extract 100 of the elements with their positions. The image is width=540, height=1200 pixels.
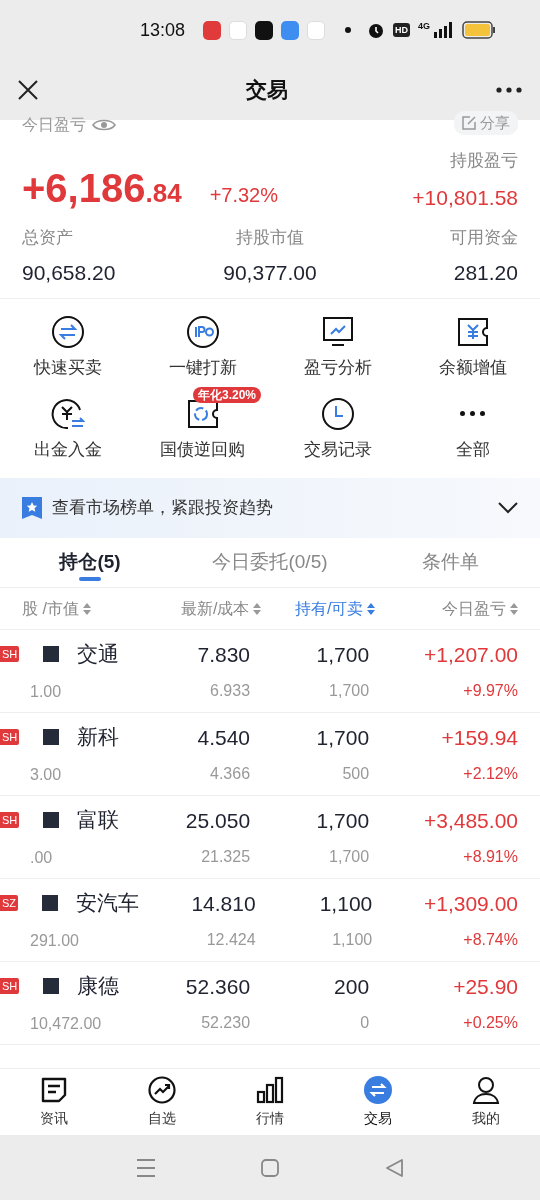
column-header[interactable]: 持有/可卖 [261, 596, 376, 621]
nav-tab[interactable]: 我的 [432, 1069, 540, 1135]
today-pnl: +159.94 [441, 725, 518, 752]
tab[interactable]: 持仓(5) [0, 538, 180, 587]
today-pnl-percent: +0.25% [463, 1012, 518, 1033]
today-pnl-label: 今日盈亏 [22, 117, 86, 133]
sort-icon [253, 601, 262, 616]
latest-price: 25.050 [185, 808, 251, 835]
back-button[interactable] [384, 1157, 404, 1178]
holding-qty: 1,100 [319, 891, 373, 918]
redaction-mark [43, 812, 60, 828]
document-icon [40, 1075, 68, 1104]
holding-row[interactable]: SH 交通 1.00 7.830 6.933 1,700 1,700 +1,207.00 +9.97% [0, 630, 540, 713]
shortcut-button[interactable]: 交易记录 [303, 396, 372, 462]
home-icon [260, 1157, 280, 1178]
swap-icon [50, 315, 85, 349]
latest-price: 14.810 [191, 891, 256, 918]
today-pnl: +1,309.00 [424, 891, 518, 918]
sellable-qty: 0 [360, 1012, 370, 1033]
stat-value: 281.20 [453, 259, 518, 286]
market-value: 10,472.00 [29, 1013, 103, 1034]
holding-pnl-label: 持股盈亏 [450, 150, 518, 172]
share-icon [462, 116, 476, 130]
holding-row[interactable]: SH 富联 .00 25.050 21.325 1,700 1,700 +3,485.00 +8.91% [0, 796, 540, 879]
tab[interactable]: 今日委托(0/5) [180, 538, 360, 587]
user-icon [472, 1075, 500, 1104]
shortcut-button[interactable]: 余额增值 [438, 315, 507, 381]
latest-price: 52.360 [185, 974, 251, 1001]
redaction-mark [43, 729, 60, 745]
holding-qty: 200 [334, 974, 370, 1001]
redaction-mark [42, 895, 59, 911]
more-icon [460, 411, 485, 416]
shortcut-button[interactable]: 快速买卖 [33, 315, 102, 381]
today-pnl: +1,207.00 [424, 642, 518, 669]
holding-qty: 1,700 [316, 725, 370, 752]
promo-banner[interactable]: 查看市场榜单，紧跟投资趋势 [0, 478, 540, 538]
holding-qty: 1,700 [316, 642, 370, 669]
redaction-mark [43, 646, 60, 662]
ipo-icon [185, 315, 220, 349]
shortcut-button[interactable]: 全部 [455, 396, 490, 462]
menu-button[interactable] [136, 1157, 156, 1178]
holding-pnl-value: +10,801.58 [412, 184, 518, 211]
today-pnl: +3,485.00 [424, 808, 518, 835]
app-icon [203, 20, 222, 40]
app-icon [255, 20, 274, 40]
shortcut-button[interactable]: 一键打新 [168, 315, 237, 381]
sort-icon [367, 601, 376, 616]
market-value: .00 [29, 847, 54, 868]
monitor-chart-icon [320, 315, 355, 349]
shortcut-button[interactable]: 盈亏分析 [303, 315, 372, 381]
market-value: 291.00 [29, 930, 80, 951]
nav-tab[interactable]: 交易 [324, 1069, 432, 1135]
sellable-qty: 1,100 [332, 929, 373, 950]
today-pnl-percent: +2.12% [463, 763, 518, 784]
hd-badge: HD [393, 23, 410, 37]
today-pnl-percent: +8.74% [463, 929, 518, 950]
latest-price: 4.540 [197, 725, 251, 752]
market-badge: SH [0, 729, 20, 745]
sellable-qty: 1,700 [329, 846, 370, 867]
column-header[interactable]: 今日盈亏 [375, 596, 518, 621]
bar-chart-icon [256, 1075, 284, 1104]
tab[interactable]: 条件单 [360, 538, 540, 587]
column-header[interactable]: 最新/成本 [147, 596, 262, 621]
network-type: 4G [418, 20, 430, 33]
sellable-qty: 500 [342, 763, 370, 784]
market-badge: SZ [0, 895, 19, 911]
holding-row[interactable]: SH 新科 3.00 4.540 4.366 1,700 500 +159.94 +2.12% [0, 713, 540, 796]
status-time: 13:08 [140, 18, 186, 42]
exchange-icon [364, 1075, 392, 1104]
stock-name: 安汽车 [76, 890, 140, 917]
trend-circle-icon [148, 1075, 176, 1104]
sellable-qty: 1,700 [329, 680, 370, 701]
today-pnl-decimals: .84 [145, 177, 182, 210]
cost-price: 21.325 [201, 846, 251, 867]
holding-row[interactable]: SZ 安汽车 291.00 14.810 12.424 1,100 1,100 +1,309.00 +8.74% [0, 879, 540, 962]
cost-price: 12.424 [206, 929, 256, 950]
sort-icon [510, 601, 518, 616]
app-icon [281, 20, 300, 40]
alarm-icon [367, 21, 385, 39]
stat-label: 持股市值 [236, 227, 304, 249]
today-pnl-percent: +8.91% [463, 846, 518, 867]
close-button[interactable] [16, 78, 40, 102]
shortcut-button[interactable]: 出金入金 [33, 396, 102, 462]
signal-icon [432, 22, 454, 38]
home-button[interactable] [260, 1157, 280, 1178]
column-header[interactable]: 股 /市值 [22, 596, 148, 621]
stat-value: 90,658.20 [22, 259, 116, 286]
today-pnl-value: +6,186 [22, 168, 146, 208]
more-icon [496, 87, 522, 93]
redaction-mark [43, 978, 60, 994]
holding-row[interactable]: SH 康德 10,472.00 52.360 52.230 200 0 +25.90 +0.25% [0, 962, 540, 1045]
nav-tab[interactable]: 自选 [108, 1069, 216, 1135]
stat-label: 可用资金 [450, 227, 518, 249]
nav-tab[interactable]: 资讯 [0, 1069, 108, 1135]
market-value: 1.00 [29, 681, 63, 702]
app-icon [307, 20, 326, 40]
sort-icon [82, 601, 91, 616]
chevron-down-icon [498, 502, 518, 514]
yen-transfer-icon [50, 396, 85, 431]
nav-tab[interactable]: 行情 [216, 1069, 324, 1135]
